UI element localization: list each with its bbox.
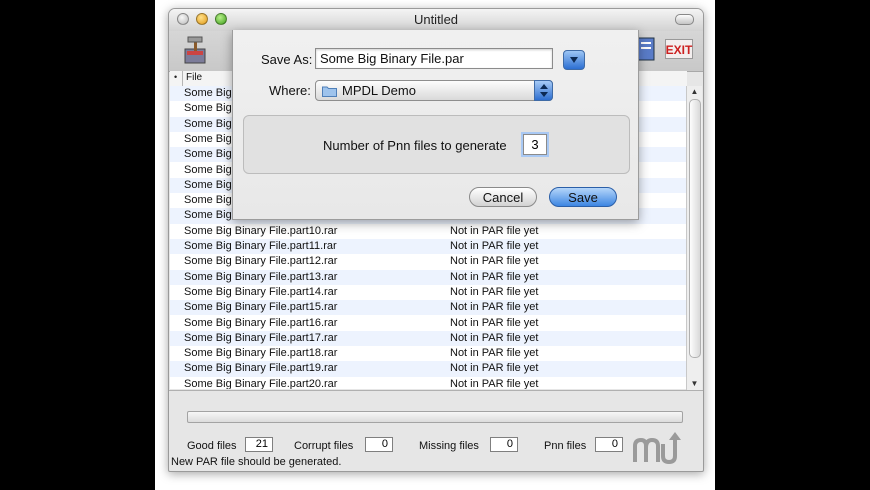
file-name-cell: Some Big — [184, 87, 232, 99]
file-name-cell: Some Big Binary File.part15.rar — [184, 301, 338, 314]
exit-label: EXIT — [666, 43, 693, 57]
table-scrollbar[interactable]: ▲ ▼ — [686, 86, 702, 390]
column-divider — [182, 71, 183, 86]
file-name-cell: Some Big — [184, 163, 232, 176]
stats-panel: Good files 21 Corrupt files 0 Missing fi… — [169, 390, 703, 455]
file-status-cell: Not in PAR file yet — [450, 362, 539, 375]
file-name-cell: Some Big Binary File.part11.rar — [184, 240, 337, 252]
save-as-label: Save As: — [261, 52, 313, 67]
file-name-cell: Some Big Binary File.part14.rar — [184, 285, 338, 298]
file-status-cell: Not in PAR file yet — [450, 255, 539, 268]
table-row[interactable]: Some Big Binary File.part17.rar Not in PA… — [170, 330, 687, 347]
table-row[interactable]: Some Big Binary File.part18.rar Not in PA… — [170, 346, 687, 361]
table-row[interactable]: Some Big Binary File.part15.rar Not in PA… — [170, 300, 687, 316]
title-bar: Untitled — [169, 9, 703, 31]
cancel-button[interactable]: Cancel — [469, 187, 537, 207]
popup-arrows-icon[interactable] — [534, 80, 553, 101]
table-row[interactable]: Some Big Binary File.part11.rar Not in PA… — [170, 239, 687, 255]
where-popup[interactable]: MPDL Demo — [315, 80, 553, 101]
macupdate-logo-icon — [633, 432, 681, 464]
table-row[interactable]: Some Big Binary File.part10.rar Not in PA… — [170, 224, 687, 239]
save-sheet-dialog: Save As: Some Big Binary File.par Where:… — [232, 30, 639, 220]
pnn-files-label: Pnn files — [544, 440, 587, 452]
status-bar: New PAR file should be generated. — [169, 454, 703, 471]
scroll-thumb[interactable] — [689, 99, 701, 358]
file-name-cell: Some Big Binary File.part17.rar — [184, 331, 338, 344]
file-name-cell: Some Big Binary File.part13.rar — [184, 270, 338, 283]
file-name-cell: Some Big — [184, 194, 232, 207]
window-title: Untitled — [413, 12, 459, 27]
table-row[interactable]: Some Big Binary File.part20.rar Not in PA… — [170, 377, 687, 389]
corrupt-files-count: 0 — [365, 437, 393, 452]
table-row[interactable]: Some Big Binary File.part12.rar Not in PA… — [170, 254, 687, 269]
sort-indicator: • — [174, 72, 178, 82]
pnn-files-count: 0 — [595, 437, 623, 452]
missing-files-label: Missing files — [419, 440, 479, 452]
file-name-cell: Some Big — [184, 178, 232, 191]
missing-files-count: 0 — [490, 437, 518, 452]
expand-browser-button[interactable] — [563, 50, 585, 70]
hammer-icon[interactable] — [181, 35, 209, 65]
document-icon[interactable] — [637, 37, 655, 61]
save-button[interactable]: Save — [549, 187, 617, 207]
good-files-count: 21 — [245, 437, 273, 452]
scroll-up-arrow-icon[interactable]: ▲ — [687, 86, 702, 98]
where-label: Where: — [269, 83, 311, 98]
file-status-cell: Not in PAR file yet — [450, 240, 539, 252]
corrupt-files-label: Corrupt files — [294, 440, 354, 452]
file-name-cell: Some Big — [184, 132, 232, 145]
save-as-field[interactable]: Some Big Binary File.par — [315, 48, 553, 69]
where-value: MPDL Demo — [342, 83, 416, 98]
file-status-cell: Not in PAR file yet — [450, 316, 539, 329]
file-status-cell: Not in PAR file yet — [450, 347, 539, 360]
file-status-cell: Not in PAR file yet — [450, 377, 539, 389]
file-name-cell: Some Big Binary File.part20.rar — [184, 377, 338, 389]
file-name-cell: Some Big Binary File.part12.rar — [184, 255, 338, 268]
file-status-cell: Not in PAR file yet — [450, 331, 539, 344]
exit-icon[interactable]: EXIT — [665, 39, 693, 59]
file-name-cell: Some Big — [184, 117, 232, 130]
good-files-label: Good files — [187, 440, 237, 452]
file-name-cell: Some Big Binary File.part16.rar — [184, 316, 338, 329]
folder-icon — [322, 86, 337, 97]
file-name-cell: Some Big — [184, 102, 232, 115]
file-column-header[interactable]: File — [186, 72, 202, 83]
status-message: New PAR file should be generated. — [171, 456, 342, 468]
file-name-cell: Some Big Binary File.part18.rar — [184, 347, 338, 360]
table-row[interactable]: Some Big Binary File.part19.rar Not in PA… — [170, 361, 687, 377]
scroll-down-arrow-icon[interactable]: ▼ — [687, 378, 702, 390]
pnn-count-label: Number of Pnn files to generate — [323, 138, 507, 153]
file-status-cell: Not in PAR file yet — [450, 285, 539, 298]
table-row[interactable]: Some Big Binary File.part14.rar Not in PA… — [170, 285, 687, 300]
file-name-cell: Some Big — [184, 209, 232, 222]
file-name-cell: Some Big — [184, 148, 232, 161]
file-status-cell: Not in PAR file yet — [450, 301, 539, 314]
pnn-count-field[interactable]: 3 — [523, 134, 547, 155]
file-name-cell: Some Big Binary File.part10.rar — [184, 224, 338, 237]
file-name-cell: Some Big Binary File.part19.rar — [184, 362, 338, 375]
table-row[interactable]: Some Big Binary File.part16.rar Not in PA… — [170, 316, 687, 331]
progress-bar — [187, 411, 683, 423]
file-status-cell: Not in PAR file yet — [450, 270, 539, 283]
table-row[interactable]: Some Big Binary File.part13.rar Not in PA… — [170, 269, 687, 285]
file-status-cell: Not in PAR file yet — [450, 224, 539, 237]
toolbar-toggle-button[interactable] — [675, 14, 694, 25]
